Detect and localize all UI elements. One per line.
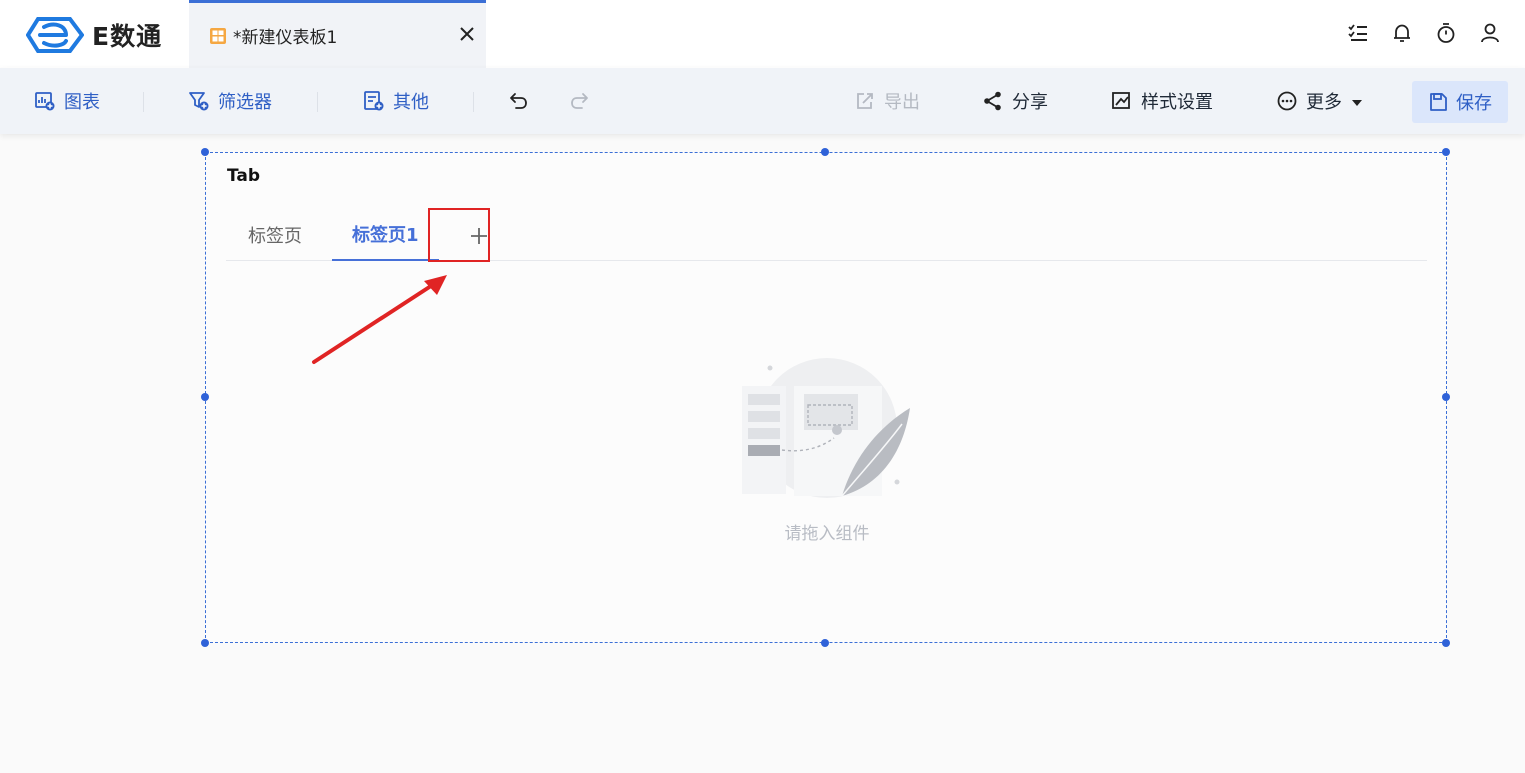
filter-label: 筛选器 — [218, 92, 272, 113]
user-icon[interactable] — [1479, 22, 1501, 44]
tab-item[interactable]: 标签页 — [248, 209, 302, 261]
share-icon — [982, 90, 1004, 112]
app-logo[interactable]: E数通 — [26, 17, 162, 53]
tab-item-active[interactable]: 标签页1 — [332, 209, 439, 261]
more-label: 更多 — [1306, 92, 1342, 113]
tab-component[interactable]: Tab 标签页 标签页1 请拖入组件 — [201, 148, 1450, 647]
logo-icon — [26, 17, 84, 53]
highlight-box — [428, 208, 490, 262]
export-icon — [854, 90, 876, 112]
save-icon — [1428, 92, 1448, 112]
chart-button[interactable]: 图表 — [34, 86, 100, 116]
dashboard-icon — [210, 27, 226, 44]
toolbar: 图表 筛选器 其他 导出 分享 样式设置 更多 保存 — [0, 68, 1525, 134]
resize-handle-top-right[interactable] — [1442, 148, 1450, 156]
more-button[interactable]: 更多 — [1276, 86, 1362, 116]
annotation-arrow — [312, 275, 447, 364]
export-button[interactable]: 导出 — [854, 86, 920, 116]
style-settings-button[interactable]: 样式设置 — [1111, 86, 1213, 116]
resize-handle-top-left[interactable] — [201, 148, 209, 156]
top-right-icons — [1347, 22, 1501, 44]
other-label: 其他 — [393, 92, 429, 113]
add-filter-icon — [188, 90, 210, 112]
divider — [317, 92, 318, 112]
add-other-icon — [363, 90, 385, 112]
empty-state-text: 请拖入组件 — [784, 524, 870, 544]
logo-text: E数通 — [92, 22, 163, 51]
share-label: 分享 — [1012, 92, 1048, 113]
resize-handle-bottom-left[interactable] — [201, 639, 209, 647]
save-label: 保存 — [1456, 93, 1492, 114]
style-icon — [1111, 90, 1133, 112]
undo-icon — [508, 90, 530, 112]
empty-state-illustration — [742, 356, 912, 510]
add-chart-icon — [34, 90, 56, 112]
divider — [143, 92, 144, 112]
resize-handle-bottom[interactable] — [821, 639, 829, 647]
redo-button[interactable] — [568, 86, 598, 116]
document-tab[interactable]: *新建仪表板1 — [189, 0, 486, 68]
resize-handle-top[interactable] — [821, 148, 829, 156]
task-list-icon[interactable] — [1347, 22, 1369, 44]
resize-handle-left[interactable] — [201, 393, 209, 401]
caret-down-icon — [1352, 91, 1362, 112]
close-icon[interactable] — [458, 25, 476, 43]
resize-handle-right[interactable] — [1442, 393, 1450, 401]
share-button[interactable]: 分享 — [982, 86, 1048, 116]
bell-icon[interactable] — [1391, 22, 1413, 44]
divider — [473, 92, 474, 112]
style-settings-label: 样式设置 — [1141, 92, 1213, 113]
chart-label: 图表 — [64, 92, 100, 113]
more-icon — [1276, 90, 1298, 112]
save-button[interactable]: 保存 — [1412, 81, 1508, 123]
tab-bar: 标签页 标签页1 — [226, 209, 1427, 261]
redo-icon — [568, 90, 590, 112]
resize-handle-bottom-right[interactable] — [1442, 639, 1450, 647]
filter-button[interactable]: 筛选器 — [188, 86, 272, 116]
undo-button[interactable] — [508, 86, 538, 116]
document-tab-title: *新建仪表板1 — [233, 28, 338, 48]
timer-icon[interactable] — [1435, 22, 1457, 44]
component-title: Tab — [227, 166, 261, 186]
other-button[interactable]: 其他 — [363, 86, 429, 116]
export-label: 导出 — [884, 92, 920, 113]
top-bar: E数通 *新建仪表板1 — [0, 0, 1525, 68]
